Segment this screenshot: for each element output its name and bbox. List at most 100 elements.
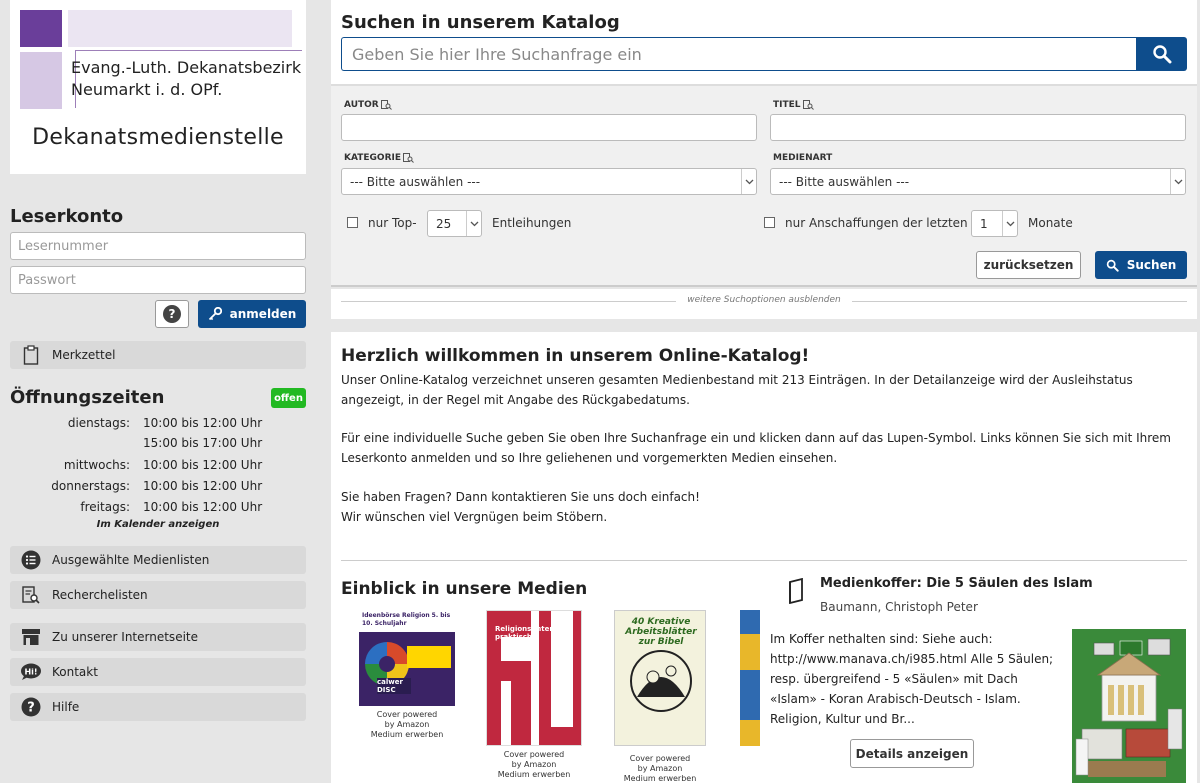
svg-text:?: ? — [27, 701, 35, 716]
top-count-select[interactable]: 25 — [427, 210, 482, 237]
top-count-value: 25 — [436, 216, 452, 231]
cover-caption: Cover powered by Amazon Medium erwerben — [484, 750, 584, 780]
top-prefix: nur Top- — [368, 216, 417, 230]
sidebar-item-medienlisten[interactable]: Ausgewählte Medienlisten — [10, 546, 306, 574]
cover-caption: Cover powered by Amazon Medium erwerben — [610, 754, 710, 783]
sidebar-item-kontakt[interactable]: Hi! Kontakt — [10, 658, 306, 686]
welcome-paragraph: Für eine individuelle Suche geben Sie ob… — [341, 431, 1171, 465]
months-select[interactable]: 1 — [971, 210, 1018, 237]
sidebar-item-label: Recherchelisten — [52, 588, 148, 602]
cover-illustration — [630, 650, 692, 712]
more-options-label: weitere Suchoptionen ausblenden — [687, 295, 841, 305]
svg-text:Hi!: Hi! — [24, 668, 37, 677]
status-badge: offen — [271, 388, 306, 408]
logo-bar-light — [68, 10, 292, 47]
title-input[interactable] — [770, 114, 1186, 141]
search-icon — [1106, 259, 1119, 272]
cover-title: Ideenbörse Religion 5. bis 10. Schuljahr — [362, 612, 451, 627]
opening-hours-title: Öffnungszeiten — [10, 387, 165, 408]
sidebar-item-hilfe[interactable]: ? Hilfe — [10, 693, 306, 721]
calendar-link[interactable]: Im Kalender anzeigen — [10, 519, 306, 530]
buy-link[interactable]: Medium erwerben — [484, 770, 584, 780]
opening-day: freitags: — [80, 500, 130, 514]
index-search-icon[interactable] — [802, 100, 814, 110]
mediatype-label: MEDIENART — [773, 153, 832, 163]
category-select[interactable]: --- Bitte auswählen --- — [341, 168, 757, 195]
login-help-button[interactable]: ? — [155, 300, 189, 328]
mediatype-label-text: MEDIENART — [773, 153, 833, 163]
sidebar-item-merkzettel[interactable]: Merkzettel — [10, 341, 306, 369]
opening-time: 10:00 bis 12:00 Uhr — [143, 458, 263, 472]
chevron-down-icon — [741, 169, 756, 194]
logo-org-line-2: Neumarkt i. d. OPf. — [71, 80, 223, 99]
advanced-search-panel: AUTOR TITEL KATEGORIE --- Bitte auswähle… — [331, 84, 1197, 287]
chevron-down-icon — [1002, 211, 1017, 236]
search-icon — [1152, 45, 1171, 64]
chevron-down-icon — [1170, 169, 1185, 194]
search-title: Suchen in unserem Katalog — [341, 12, 620, 33]
category-label-text: KATEGORIE — [344, 153, 401, 163]
opening-day: dienstags: — [67, 416, 130, 430]
opening-time: 10:00 bis 12:00 Uhr — [143, 479, 263, 493]
cover-caption-line: Cover powered — [629, 754, 691, 763]
cover-image[interactable]: 40 Kreative Arbeitsblätter zur Bibel — [614, 610, 706, 746]
cover-image-partial[interactable] — [740, 610, 760, 746]
mediatype-select-value: --- Bitte auswählen --- — [779, 174, 910, 189]
logo-org-line-1: Evang.-Luth. Dekanatsbezirk — [71, 58, 302, 77]
submit-search-label: Suchen — [1126, 258, 1177, 272]
welcome-title: Herzlich willkommen in unserem Online-Ka… — [341, 346, 810, 366]
login-button[interactable]: anmelden — [198, 300, 306, 328]
more-options-toggle[interactable]: weitere Suchoptionen ausblenden — [331, 289, 1197, 319]
top-checkbox[interactable] — [347, 217, 358, 228]
cover-title: 40 Kreative Arbeitsblätter zur Bibel — [625, 617, 697, 647]
cover-image[interactable]: Ideenbörse Religion 5. bis 10. Schuljahr… — [359, 610, 455, 706]
login-button-label: anmelden — [229, 307, 297, 321]
submit-search-button[interactable]: Suchen — [1095, 251, 1187, 279]
cover-image[interactable]: Religionsunterricht praktisch — [486, 610, 582, 746]
top-suffix: Entleihungen — [492, 216, 572, 230]
reset-button[interactable]: zurücksetzen — [976, 251, 1081, 279]
logo-square-light — [20, 52, 62, 109]
cover-caption-line: by Amazon — [637, 764, 683, 773]
key-icon — [208, 307, 222, 321]
help-icon: ? — [10, 697, 52, 717]
author-input[interactable] — [341, 114, 757, 141]
opening-day: donnerstags: — [51, 479, 130, 493]
sidebar-item-label: Merkzettel — [52, 348, 116, 362]
sidebar-item-internetseite[interactable]: Zu unserer Internetseite — [10, 623, 306, 651]
question-icon: ? — [163, 305, 181, 323]
search-button[interactable] — [1136, 37, 1187, 71]
media-cover-image[interactable] — [1072, 629, 1186, 783]
buy-link[interactable]: Medium erwerben — [610, 774, 710, 783]
cover-caption: Cover powered by Amazon Medium erwerben — [357, 710, 457, 740]
opening-day: mittwochs: — [63, 458, 130, 472]
mediatype-select[interactable]: --- Bitte auswählen --- — [770, 168, 1186, 195]
cover-caption-line: by Amazon — [511, 760, 557, 769]
cover-title: Religionsunterricht praktisch — [495, 625, 572, 641]
show-details-button[interactable]: Details anzeigen — [850, 739, 974, 768]
store-icon — [10, 628, 52, 646]
cover-caption-line: Cover powered — [503, 750, 565, 759]
welcome-paragraph: Sie haben Fragen? Dann kontaktieren Sie … — [341, 490, 700, 504]
logo-line-horizontal — [75, 50, 302, 51]
search-list-icon — [10, 585, 52, 605]
welcome-paragraph: Wir wünschen viel Vergnügen beim Stöbern… — [341, 510, 608, 524]
new-checkbox[interactable] — [764, 217, 775, 228]
logo[interactable]: Evang.-Luth. Dekanatsbezirk Neumarkt i. … — [10, 0, 306, 174]
password-input[interactable] — [10, 266, 306, 294]
cover-label — [407, 646, 451, 668]
category-label: KATEGORIE — [344, 153, 414, 163]
reader-number-input[interactable] — [10, 232, 306, 260]
index-search-icon[interactable] — [380, 100, 392, 110]
content-panel: Herzlich willkommen in unserem Online-Ka… — [331, 332, 1197, 783]
search-input[interactable] — [341, 37, 1137, 71]
media-description: Im Koffer nethalten sind: Siehe auch: ht… — [770, 632, 1054, 726]
media-title[interactable]: Medienkoffer: Die 5 Säulen des Islam — [820, 576, 1093, 591]
sidebar-item-label: Kontakt — [52, 665, 98, 679]
sidebar-item-recherchelisten[interactable]: Recherchelisten — [10, 581, 306, 609]
buy-link[interactable]: Medium erwerben — [357, 730, 457, 740]
cover-publisher: calwer DISC — [377, 678, 411, 694]
cover-caption-line: by Amazon — [384, 720, 430, 729]
index-search-icon[interactable] — [403, 153, 414, 163]
book-icon — [786, 577, 806, 608]
